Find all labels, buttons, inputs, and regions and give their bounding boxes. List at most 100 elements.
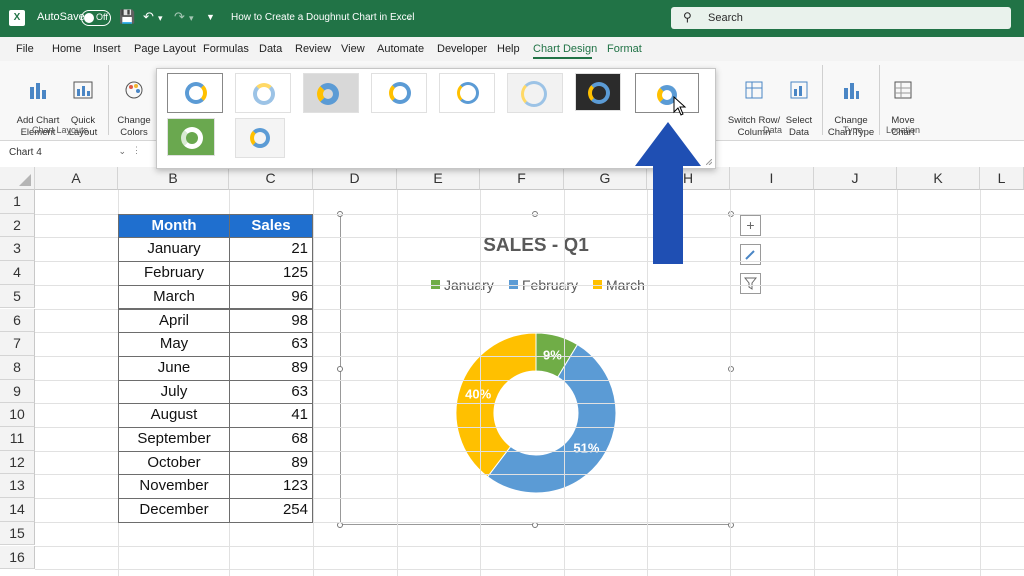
column-header[interactable]: L bbox=[980, 167, 1024, 190]
column-header[interactable]: E bbox=[397, 167, 480, 190]
row-header[interactable]: 8 bbox=[0, 355, 35, 380]
chart-resize-handle[interactable] bbox=[728, 366, 734, 372]
tab-help[interactable]: Help bbox=[497, 43, 520, 55]
table-cell-sales[interactable]: 63 bbox=[229, 379, 313, 405]
column-header[interactable]: I bbox=[730, 167, 814, 190]
tab-file[interactable]: File bbox=[16, 43, 34, 55]
tab-view[interactable]: View bbox=[341, 43, 365, 55]
table-cell-sales[interactable]: 96 bbox=[229, 284, 313, 310]
tab-home[interactable]: Home bbox=[52, 43, 81, 55]
formula-bar-menu-icon[interactable]: ⋮ bbox=[132, 145, 141, 156]
row-header[interactable]: 7 bbox=[0, 332, 35, 356]
change-colors-button[interactable]: Change Colors bbox=[115, 67, 153, 139]
quick-layout-icon bbox=[73, 81, 93, 99]
column-header[interactable]: F bbox=[480, 167, 564, 190]
tab-formulas[interactable]: Formulas bbox=[203, 43, 249, 55]
row-header[interactable]: 2 bbox=[0, 213, 35, 238]
chevron-down-icon[interactable]: ⌄ bbox=[405, 12, 413, 23]
table-cell-month[interactable]: July bbox=[118, 379, 230, 405]
row-header[interactable]: 3 bbox=[0, 237, 35, 262]
redo-dropdown-icon[interactable]: ▾ bbox=[189, 13, 194, 24]
row-header[interactable]: 15 bbox=[0, 521, 35, 546]
chart-style-2[interactable] bbox=[235, 73, 291, 113]
table-cell-month[interactable]: January bbox=[118, 237, 230, 263]
row-header[interactable]: 9 bbox=[0, 379, 35, 404]
row-header[interactable]: 13 bbox=[0, 474, 35, 499]
tab-automate[interactable]: Automate bbox=[377, 43, 424, 55]
column-header[interactable]: J bbox=[814, 167, 897, 190]
table-cell-month[interactable]: August bbox=[118, 403, 230, 428]
tab-insert[interactable]: Insert bbox=[93, 43, 121, 55]
undo-icon[interactable]: ↶ bbox=[143, 9, 154, 25]
table-cell-sales[interactable]: 63 bbox=[229, 332, 313, 357]
column-header[interactable]: D bbox=[313, 167, 397, 190]
name-box[interactable]: Chart 4 ⌄ bbox=[5, 145, 128, 161]
table-cell-month[interactable]: September bbox=[118, 427, 230, 452]
chart-resize-handle[interactable] bbox=[337, 522, 343, 528]
row-header[interactable]: 6 bbox=[0, 308, 35, 333]
select-data-button[interactable]: Select Data bbox=[782, 67, 816, 139]
chart-style-4[interactable] bbox=[371, 73, 427, 113]
column-header[interactable]: A bbox=[35, 167, 118, 190]
table-cell-month[interactable]: February bbox=[118, 261, 230, 286]
chart-filters-button[interactable] bbox=[740, 273, 761, 294]
table-cell-sales[interactable]: 123 bbox=[229, 474, 313, 500]
table-cell-month[interactable]: October bbox=[118, 450, 230, 476]
table-cell-sales[interactable]: 89 bbox=[229, 355, 313, 381]
table-cell-sales[interactable]: 89 bbox=[229, 450, 313, 476]
tab-page-layout[interactable]: Page Layout bbox=[134, 43, 196, 55]
table-cell-month[interactable]: May bbox=[118, 332, 230, 357]
table-cell-sales[interactable]: 68 bbox=[229, 427, 313, 452]
table-cell-sales[interactable]: 98 bbox=[229, 308, 313, 334]
row-header[interactable]: 10 bbox=[0, 403, 35, 427]
table-cell-sales[interactable]: 125 bbox=[229, 261, 313, 286]
row-header[interactable]: 5 bbox=[0, 284, 35, 309]
table-cell-sales[interactable]: 21 bbox=[229, 237, 313, 263]
row-header[interactable]: 16 bbox=[0, 545, 35, 570]
tab-developer[interactable]: Developer bbox=[437, 43, 487, 55]
chart-style-3[interactable] bbox=[303, 73, 359, 113]
save-icon[interactable]: 💾 bbox=[119, 9, 135, 25]
row-header[interactable]: 14 bbox=[0, 498, 35, 522]
resize-grip-icon[interactable] bbox=[706, 159, 712, 165]
table-cell-month[interactable]: April bbox=[118, 308, 230, 334]
chart-style-8[interactable] bbox=[635, 73, 699, 113]
active-tab-indicator bbox=[533, 57, 592, 59]
data-label: 9% bbox=[543, 347, 562, 362]
select-all-corner[interactable] bbox=[0, 167, 35, 190]
customize-qat-icon[interactable]: ▼ bbox=[206, 12, 215, 22]
undo-dropdown-icon[interactable]: ▾ bbox=[158, 13, 163, 24]
table-cell-sales[interactable]: 254 bbox=[229, 498, 313, 523]
row-header[interactable]: 4 bbox=[0, 261, 35, 285]
row-header[interactable]: 1 bbox=[0, 190, 35, 214]
tab-review[interactable]: Review bbox=[295, 43, 331, 55]
chevron-down-icon[interactable]: ⌄ bbox=[118, 146, 126, 157]
row-header[interactable]: 11 bbox=[0, 427, 35, 451]
document-title[interactable]: How to Create a Doughnut Chart in Excel bbox=[231, 12, 414, 23]
table-cell-month[interactable]: June bbox=[118, 355, 230, 381]
table-cell-month[interactable]: November bbox=[118, 474, 230, 500]
table-cell-sales[interactable]: 41 bbox=[229, 403, 313, 428]
chart-style-1[interactable] bbox=[167, 73, 223, 113]
row-header[interactable]: 12 bbox=[0, 450, 35, 475]
search-box[interactable]: ⚲ Search bbox=[671, 7, 1011, 29]
chart-resize-handle[interactable] bbox=[337, 366, 343, 372]
redo-icon[interactable]: ↷ bbox=[174, 9, 185, 25]
column-header[interactable]: B bbox=[118, 167, 229, 190]
chart-style-10[interactable] bbox=[235, 118, 285, 158]
chart-style-7[interactable] bbox=[575, 73, 621, 111]
tab-chart-design[interactable]: Chart Design bbox=[533, 43, 597, 55]
chart-elements-button[interactable]: + bbox=[740, 215, 761, 236]
tab-format[interactable]: Format bbox=[607, 43, 642, 55]
chart-style-6[interactable] bbox=[507, 73, 563, 113]
chart-style-9[interactable] bbox=[167, 118, 215, 156]
chart-style-5[interactable] bbox=[439, 73, 495, 113]
column-header[interactable]: K bbox=[897, 167, 980, 190]
table-cell-month[interactable]: December bbox=[118, 498, 230, 523]
table-cell-month[interactable]: March bbox=[118, 284, 230, 310]
column-header[interactable]: C bbox=[229, 167, 313, 190]
chart-resize-handle[interactable] bbox=[728, 522, 734, 528]
chart-resize-handle[interactable] bbox=[532, 522, 538, 528]
tab-data[interactable]: Data bbox=[259, 43, 282, 55]
autosave-toggle[interactable]: Off bbox=[81, 10, 111, 26]
